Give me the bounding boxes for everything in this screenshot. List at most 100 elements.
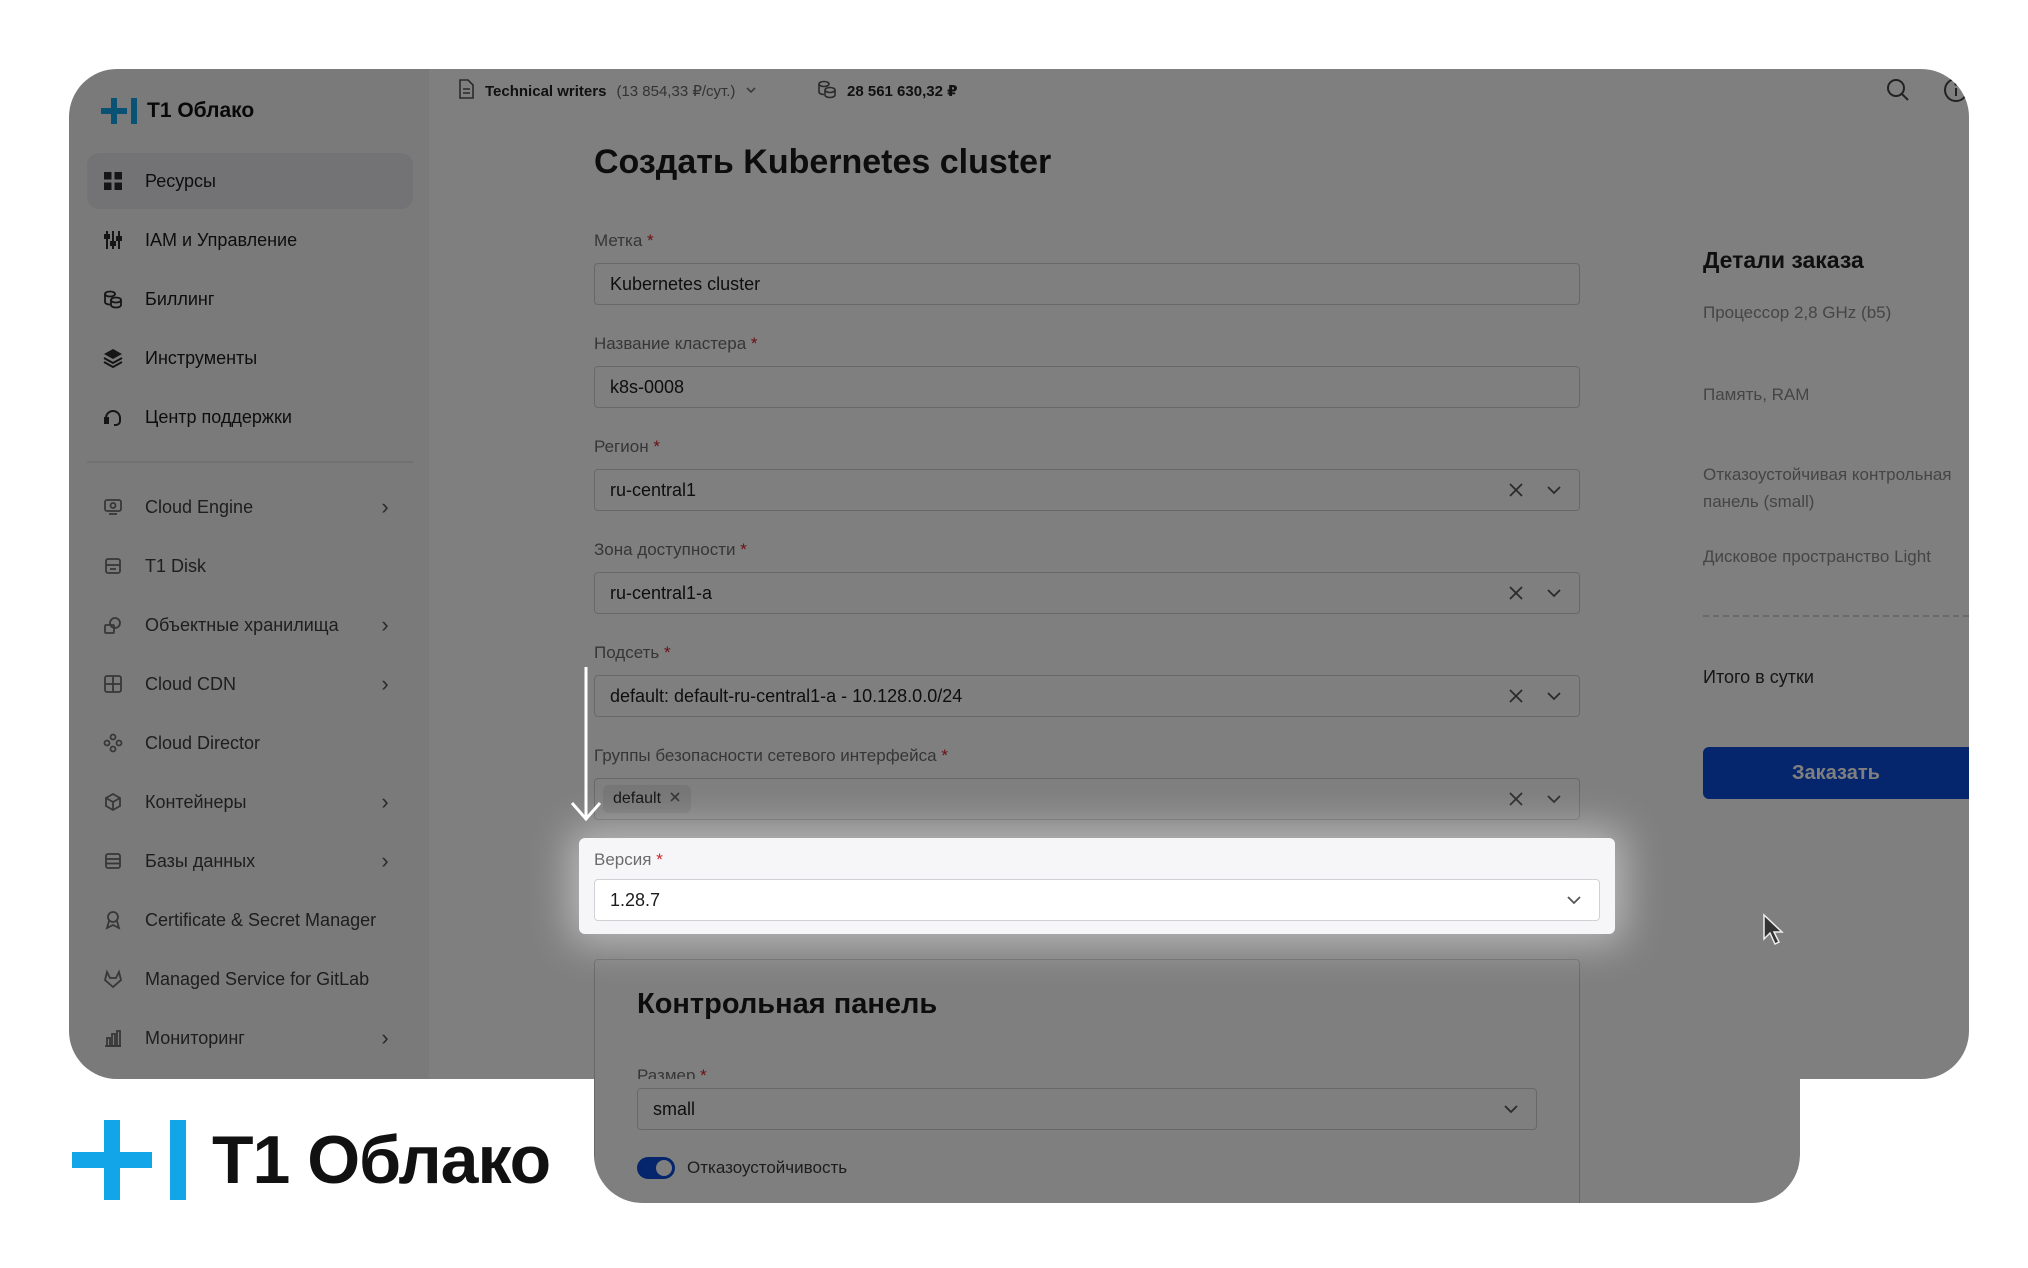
- sidebar-item-tools[interactable]: Инструменты: [87, 330, 413, 386]
- sidebar-item-billing[interactable]: Биллинг: [87, 271, 413, 327]
- sidebar-item-label: Объектные хранилища: [145, 614, 339, 635]
- sidebar-item-label: Cloud Director: [145, 732, 261, 753]
- sidebar-item-label: Инструменты: [145, 347, 258, 368]
- sidebar-item-label: Биллинг: [145, 288, 215, 309]
- order-line-cpu: Процессор 2,8 GHz (b5): [1703, 303, 1892, 322]
- security-group-tag[interactable]: default: [603, 785, 692, 813]
- project-rate: (13 854,33 ₽/сут.): [616, 83, 736, 100]
- sidebar-item-databases[interactable]: Базы данных ›: [87, 833, 413, 889]
- version-label: Версия *: [594, 850, 663, 869]
- sidebar-divider: [87, 461, 413, 463]
- zone-label: Зона доступности *: [594, 540, 747, 559]
- dim-overlay: [594, 1079, 1800, 1203]
- sidebar-item-object-storage[interactable]: Объектные хранилища ›: [87, 597, 413, 653]
- sidebar-item-label: Базы данных: [145, 850, 256, 871]
- order-line-ram: Память, RAM: [1703, 385, 1810, 404]
- arrow-down-icon: [570, 667, 602, 822]
- balance-display[interactable]: 28 561 630,32 ₽: [817, 79, 958, 103]
- chevron-right-icon: ›: [381, 494, 389, 519]
- gitlab-icon: [101, 967, 125, 991]
- sidebar-item-iam[interactable]: IAM и Управление: [87, 212, 413, 268]
- order-line-disk: Дисковое пространство Light: [1703, 547, 1931, 566]
- sidebar-item-label: IAM и Управление: [145, 229, 298, 250]
- cdn-icon: [101, 672, 125, 696]
- app-logo[interactable]: T1 Облако: [99, 95, 254, 127]
- clear-icon[interactable]: [1505, 685, 1527, 707]
- sidebar-item-label: Certificate & Secret Manager: [145, 909, 377, 930]
- container-icon: [101, 790, 125, 814]
- layers-icon: [101, 346, 125, 370]
- top-bar: Technical writers (13 854,33 ₽/сут.) 28 …: [429, 69, 1969, 117]
- control-panel-continuation: small Отказоустойчивость: [594, 1079, 1800, 1203]
- sidebar-item-cloud-cdn[interactable]: Cloud CDN ›: [87, 656, 413, 712]
- size-label: Размер *: [637, 1066, 707, 1079]
- app-window: T1 Облако Ресурсы IAM и Управление Билли…: [69, 69, 1969, 1079]
- version-field-highlight: Версия * 1.28.7: [579, 838, 1615, 934]
- sidebar: T1 Облако Ресурсы IAM и Управление Билли…: [69, 69, 429, 1079]
- sidebar-item-label: Центр поддержки: [145, 406, 292, 427]
- page-title: Создать Kubernetes cluster: [594, 143, 1052, 181]
- chevron-down-icon[interactable]: [1543, 788, 1565, 810]
- chevron-right-icon: ›: [381, 1025, 389, 1050]
- clear-icon[interactable]: [1505, 582, 1527, 604]
- chevron-down-icon: [745, 83, 757, 100]
- balance-value: 28 561 630,32 ₽: [847, 83, 958, 100]
- control-panel-title: Контрольная панель: [637, 988, 938, 1020]
- subnet-label: Подсеть *: [594, 643, 671, 662]
- coins-icon: [817, 79, 837, 103]
- sidebar-item-label: T1 Disk: [145, 555, 207, 576]
- sidebar-item-cloud-engine[interactable]: Cloud Engine ›: [87, 479, 413, 535]
- sidebar-item-monitoring[interactable]: Мониторинг ›: [87, 1010, 413, 1066]
- chevron-right-icon: ›: [381, 848, 389, 873]
- zone-select[interactable]: ru-central1-a: [594, 572, 1580, 614]
- search-icon[interactable]: [1885, 77, 1911, 103]
- subnet-select[interactable]: default: default-ru-central1-a - 10.128.…: [594, 675, 1580, 717]
- chart-icon: [101, 1026, 125, 1050]
- sidebar-item-resources[interactable]: Ресурсы: [87, 153, 413, 209]
- brand-logo: T1 Облако: [72, 1118, 551, 1202]
- mouse-cursor-icon: [1763, 913, 1784, 946]
- t1-logo-icon: [72, 1118, 192, 1202]
- sidebar-item-label: Контейнеры: [145, 791, 247, 812]
- sidebar-item-containers[interactable]: Контейнеры ›: [87, 774, 413, 830]
- certificate-icon: [101, 908, 125, 932]
- project-selector[interactable]: Technical writers (13 854,33 ₽/сут.): [457, 79, 757, 103]
- sidebar-item-certificate-manager[interactable]: Certificate & Secret Manager: [87, 892, 413, 948]
- clear-icon[interactable]: [1505, 479, 1527, 501]
- order-total-label: Итого в сутки: [1703, 667, 1814, 687]
- cluster-name-label: Название кластера *: [594, 334, 758, 353]
- sidebar-item-label: Managed Service for GitLab: [145, 968, 370, 989]
- disk-icon: [101, 554, 125, 578]
- security-groups-select[interactable]: default: [594, 778, 1580, 820]
- sidebar-item-label: Cloud Engine: [145, 496, 254, 517]
- document-icon: [457, 79, 475, 103]
- label-input[interactable]: Kubernetes cluster: [594, 263, 1580, 305]
- chevron-down-icon[interactable]: [1543, 479, 1565, 501]
- t1-logo-icon: [99, 95, 139, 127]
- sidebar-item-gitlab[interactable]: Managed Service for GitLab: [87, 951, 413, 1007]
- chevron-down-icon[interactable]: [1563, 889, 1585, 911]
- cluster-name-input[interactable]: k8s-0008: [594, 366, 1580, 408]
- headset-icon: [101, 405, 125, 429]
- sliders-icon: [101, 228, 125, 252]
- control-panel-section: Контрольная панель Размер *: [594, 959, 1580, 1079]
- chevron-down-icon[interactable]: [1543, 685, 1565, 707]
- region-select[interactable]: ru-central1: [594, 469, 1580, 511]
- sidebar-item-cloud-director[interactable]: Cloud Director: [87, 715, 413, 771]
- project-name: Technical writers: [485, 82, 607, 100]
- version-select[interactable]: 1.28.7: [594, 879, 1600, 921]
- chevron-down-icon[interactable]: [1543, 582, 1565, 604]
- tag-remove-icon[interactable]: [669, 790, 681, 808]
- sidebar-item-t1-disk[interactable]: T1 Disk: [87, 538, 413, 594]
- sidebar-item-support[interactable]: Центр поддержки: [87, 389, 413, 445]
- clear-icon[interactable]: [1505, 788, 1527, 810]
- info-icon[interactable]: [1943, 77, 1969, 103]
- storage-icon: [101, 613, 125, 637]
- coins-icon: [101, 287, 125, 311]
- order-line-control-panel: Отказоустойчивая контрольная панель (sma…: [1703, 465, 1952, 511]
- security-groups-label: Группы безопасности сетевого интерфейса …: [594, 746, 948, 765]
- grid-icon: [101, 169, 125, 193]
- chevron-right-icon: ›: [381, 789, 389, 814]
- brand-logo-text: T1 Облако: [212, 1122, 551, 1198]
- order-button[interactable]: Заказать: [1703, 747, 1969, 799]
